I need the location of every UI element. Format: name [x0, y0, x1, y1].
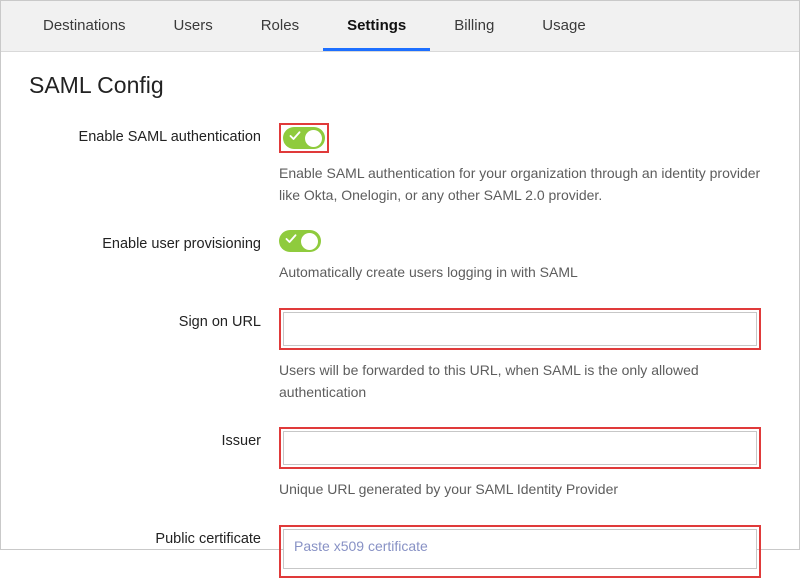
enable-saml-toggle[interactable]	[283, 127, 325, 149]
sign-on-url-label: Sign on URL	[29, 308, 279, 330]
public-certificate-label: Public certificate	[29, 525, 279, 547]
checkmark-icon	[285, 233, 297, 245]
enable-provisioning-helper: Automatically create users logging in wi…	[279, 262, 761, 284]
tab-users[interactable]: Users	[150, 1, 237, 51]
row-public-certificate: Public certificate	[29, 525, 771, 578]
tab-settings[interactable]: Settings	[323, 1, 430, 51]
issuer-label: Issuer	[29, 427, 279, 449]
tab-roles[interactable]: Roles	[237, 1, 323, 51]
enable-provisioning-toggle[interactable]	[279, 230, 321, 252]
highlight-box	[279, 525, 761, 578]
enable-provisioning-label: Enable user provisioning	[29, 230, 279, 252]
enable-saml-helper: Enable SAML authentication for your orga…	[279, 163, 761, 206]
tab-usage[interactable]: Usage	[518, 1, 609, 51]
row-enable-saml: Enable SAML authentication Enable SAML a…	[29, 123, 771, 206]
issuer-input[interactable]	[283, 431, 757, 465]
tab-bar: Destinations Users Roles Settings Billin…	[1, 1, 799, 52]
issuer-helper: Unique URL generated by your SAML Identi…	[279, 479, 761, 501]
checkmark-icon	[289, 130, 301, 142]
row-sign-on-url: Sign on URL Users will be forwarded to t…	[29, 308, 771, 403]
enable-saml-label: Enable SAML authentication	[29, 123, 279, 145]
highlight-box	[279, 123, 329, 153]
sign-on-url-helper: Users will be forwarded to this URL, whe…	[279, 360, 761, 403]
toggle-knob	[301, 233, 318, 250]
highlight-box	[279, 427, 761, 469]
toggle-knob	[305, 130, 322, 147]
tab-billing[interactable]: Billing	[430, 1, 518, 51]
row-enable-provisioning: Enable user provisioning Automatically c…	[29, 230, 771, 284]
public-certificate-input[interactable]	[283, 529, 757, 569]
page-title: SAML Config	[29, 72, 771, 99]
highlight-box	[279, 308, 761, 350]
sign-on-url-input[interactable]	[283, 312, 757, 346]
row-issuer: Issuer Unique URL generated by your SAML…	[29, 427, 771, 501]
tab-destinations[interactable]: Destinations	[19, 1, 150, 51]
